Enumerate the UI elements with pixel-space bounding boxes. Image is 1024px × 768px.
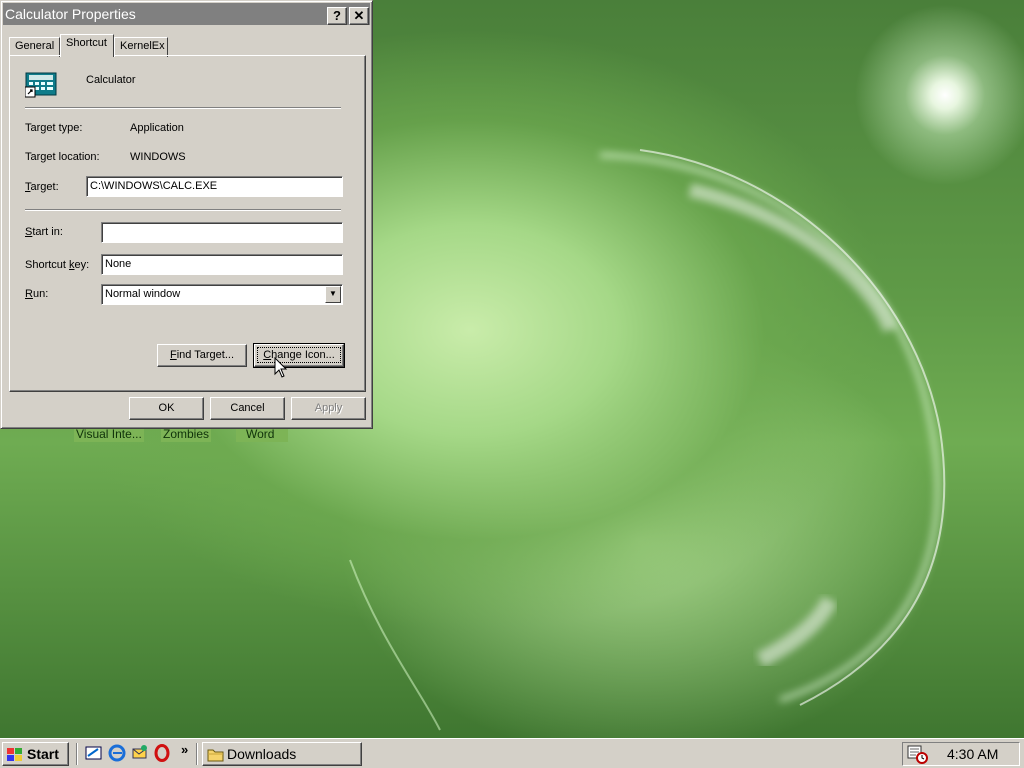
- title-bar[interactable]: Calculator Properties ? ✕: [3, 3, 370, 25]
- run-select-value: Normal window: [105, 288, 181, 300]
- run-label: Run:: [25, 288, 49, 300]
- start-in-label: Start in:: [25, 226, 63, 238]
- quick-launch-chevron[interactable]: »: [181, 742, 188, 757]
- taskbar-separator: [196, 743, 198, 765]
- system-tray: 4:30 AM: [902, 742, 1020, 766]
- shortcut-key-label: Shortcut key:: [25, 259, 90, 271]
- windows-logo-icon: [7, 748, 22, 761]
- cancel-button[interactable]: Cancel: [210, 397, 285, 420]
- opera-icon[interactable]: [153, 744, 171, 762]
- target-field[interactable]: C:\WINDOWS\CALC.EXE: [86, 176, 343, 197]
- calculator-icon: [25, 72, 57, 98]
- desktop-icon-label[interactable]: Visual Inte...: [74, 427, 144, 442]
- separator: [25, 209, 341, 211]
- close-button[interactable]: ✕: [349, 7, 369, 25]
- app-name: Calculator: [86, 74, 136, 86]
- change-icon-button[interactable]: Change Icon...: [253, 343, 345, 368]
- internet-explorer-icon[interactable]: [108, 744, 126, 762]
- properties-dialog: Calculator Properties ? ✕ General Shortc…: [0, 0, 373, 429]
- mouse-cursor-icon: [274, 357, 288, 378]
- help-button[interactable]: ?: [327, 7, 347, 25]
- tab-kernelex[interactable]: KernelEx: [114, 37, 168, 57]
- target-label: Target:: [25, 181, 59, 193]
- chevron-down-icon[interactable]: ▼: [325, 286, 341, 303]
- taskbar-button-downloads[interactable]: Downloads: [202, 742, 362, 766]
- shortcut-key-field[interactable]: None: [101, 254, 343, 275]
- start-label: Start: [27, 746, 59, 762]
- desktop-icon-label[interactable]: Zombies: [161, 427, 212, 442]
- tab-shortcut[interactable]: Shortcut: [60, 34, 114, 57]
- ok-button[interactable]: OK: [129, 397, 204, 420]
- taskbar-button-label: Downloads: [227, 746, 297, 762]
- scheduled-tasks-icon[interactable]: [907, 745, 929, 765]
- apply-button[interactable]: Apply: [291, 397, 366, 420]
- find-target-button[interactable]: Find Target...: [157, 344, 247, 367]
- start-button[interactable]: Start: [2, 742, 69, 766]
- target-location-label: Target location:: [25, 151, 100, 163]
- taskbar: Start » Downloads 4:30 AM: [0, 738, 1024, 768]
- outlook-express-icon[interactable]: [131, 744, 149, 762]
- clock[interactable]: 4:30 AM: [947, 746, 998, 762]
- separator: [25, 107, 341, 109]
- folder-icon: [207, 749, 224, 762]
- run-select[interactable]: Normal window ▼: [101, 284, 343, 305]
- desktop-icon-label[interactable]: Word: [236, 427, 288, 442]
- target-type-value: Application: [130, 122, 184, 134]
- taskbar-separator: [76, 743, 78, 765]
- tab-general[interactable]: General: [9, 37, 60, 57]
- start-in-field[interactable]: [101, 222, 343, 243]
- window-title: Calculator Properties: [5, 6, 136, 22]
- target-location-value: WINDOWS: [130, 151, 186, 163]
- show-desktop-icon[interactable]: [85, 744, 103, 762]
- target-type-label: Target type:: [25, 122, 83, 134]
